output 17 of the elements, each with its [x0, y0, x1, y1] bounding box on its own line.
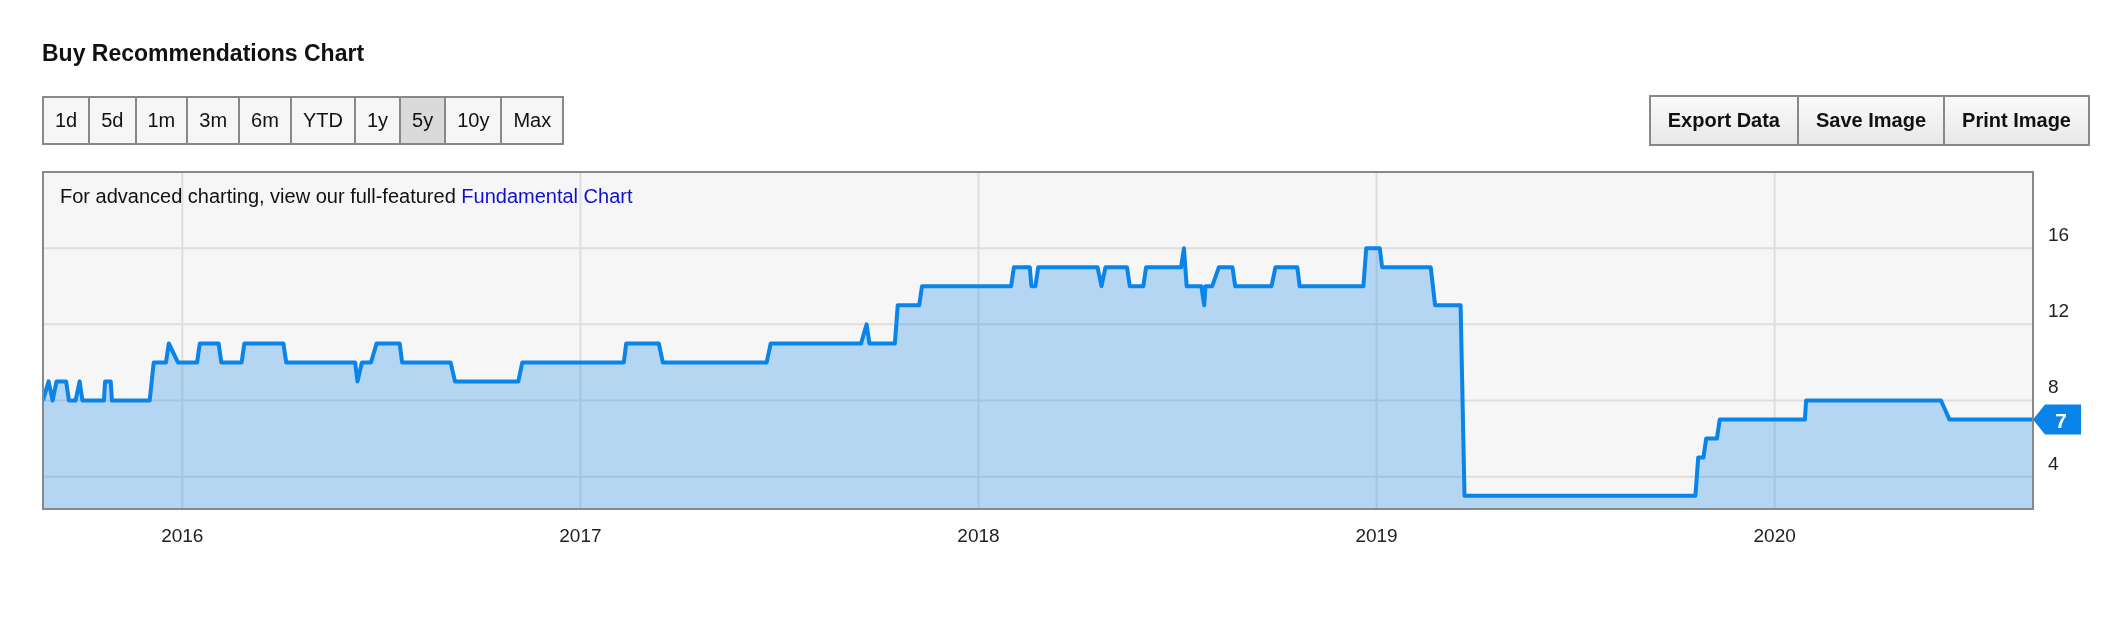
- value-badge: 7: [2033, 404, 2081, 435]
- axis-label: 2018: [957, 525, 1000, 546]
- axis-label: 2020: [1753, 525, 1796, 546]
- fundamental-chart-link[interactable]: Fundamental Chart: [461, 185, 633, 207]
- axis-label: 2019: [1355, 525, 1398, 546]
- action-button[interactable]: Print Image: [1945, 97, 2088, 144]
- chart-note: For advanced charting, view our full-featured Fundamental Chart: [60, 185, 633, 208]
- chart-title: Buy Recommendations Chart: [42, 40, 366, 67]
- action-button[interactable]: Export Data: [1650, 97, 1799, 144]
- range-tab[interactable]: 5y: [401, 98, 447, 143]
- action-button[interactable]: Save Image: [1799, 97, 1946, 144]
- axis-label: 12: [2048, 300, 2070, 322]
- axis-label: 2017: [559, 525, 602, 546]
- axis-label: 16: [2048, 224, 2070, 246]
- axis-label: 2016: [161, 525, 204, 546]
- axis-label: 4: [2048, 452, 2059, 474]
- axis-label: 8: [2048, 376, 2059, 398]
